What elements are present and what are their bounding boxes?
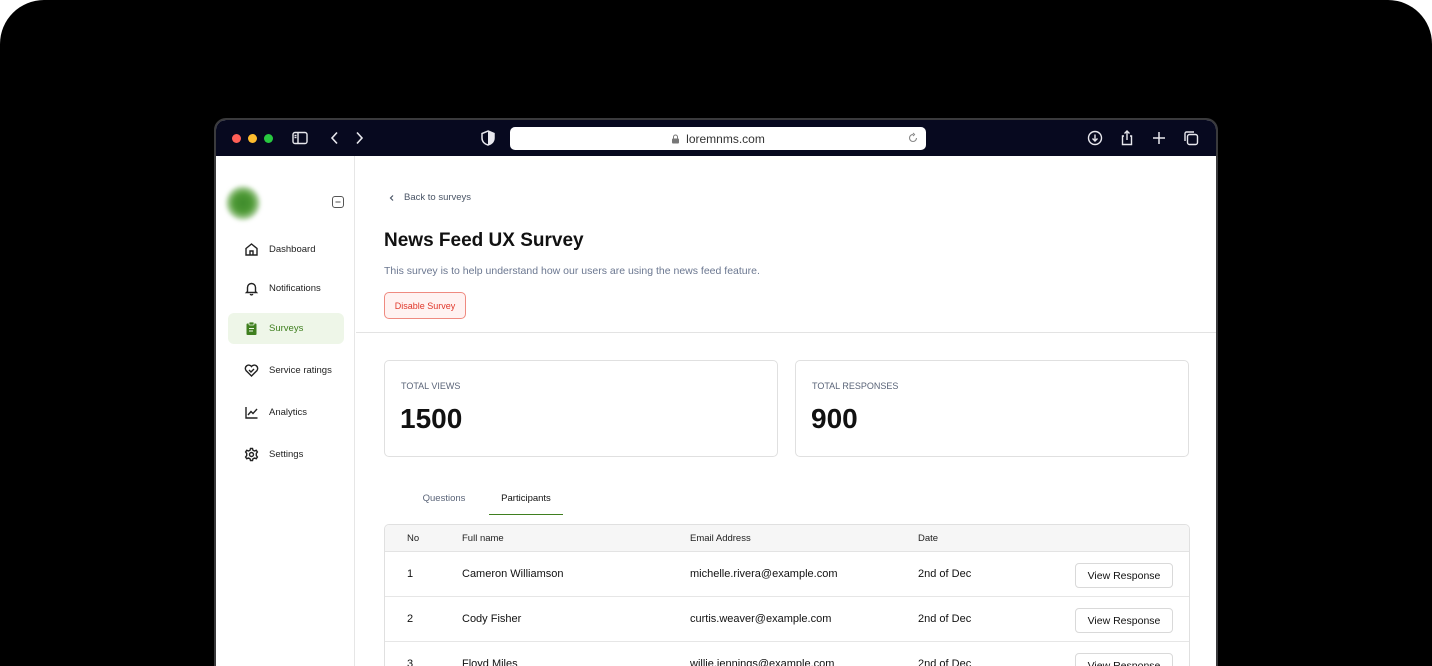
sidebar-item-label: Service ratings [269, 365, 332, 376]
browser-window: loremnms.com Dashboard Notifications Sur… [214, 118, 1218, 666]
sidebar-item-service-ratings[interactable]: Service ratings [228, 355, 344, 386]
column-header-email: Email Address [690, 532, 751, 544]
zoom-window-button[interactable] [264, 134, 273, 143]
sidebar-item-label: Dashboard [269, 244, 316, 255]
row-full-name: Floyd Miles [462, 658, 518, 666]
row-date: 2nd of Dec [918, 568, 972, 580]
total-responses-value: 900 [811, 403, 858, 434]
row-date: 2nd of Dec [918, 613, 972, 625]
row-full-name: Cameron Williamson [462, 568, 564, 580]
bell-icon [244, 282, 259, 296]
window-controls [232, 134, 273, 143]
url-text: loremnms.com [686, 131, 765, 146]
reload-icon[interactable] [907, 132, 919, 144]
total-responses-card: TOTAL RESPONSES 900 [795, 360, 1189, 457]
row-number: 2 [407, 613, 414, 625]
participants-table: No Full name Email Address Date 1 Camero… [384, 524, 1190, 666]
sidebar-item-label: Settings [269, 449, 304, 460]
address-bar[interactable]: loremnms.com [510, 127, 926, 150]
total-responses-label: TOTAL RESPONSES [812, 381, 899, 391]
sidebar-toggle-icon[interactable] [291, 129, 309, 147]
column-header-no: No [407, 532, 420, 544]
sidebar-item-settings[interactable]: Settings [228, 439, 344, 470]
sidebar-item-label: Analytics [269, 407, 308, 418]
section-divider [356, 332, 1216, 333]
device-frame: loremnms.com Dashboard Notifications Sur… [0, 0, 1432, 666]
sidebar-item-label: Notifications [269, 283, 321, 294]
table-row: 1 Cameron Williamson michelle.rivera@exa… [385, 552, 1189, 597]
column-header-name: Full name [462, 532, 504, 544]
privacy-shield-icon[interactable] [479, 129, 497, 147]
disable-survey-button[interactable]: Disable Survey [384, 292, 466, 319]
browser-toolbar: loremnms.com [216, 120, 1216, 156]
page-description: This survey is to help understand how ou… [384, 265, 760, 277]
home-icon [245, 243, 258, 256]
forward-nav-icon[interactable] [350, 129, 368, 147]
page-title: News Feed UX Survey [384, 230, 584, 251]
tab-questions[interactable]: Questions [418, 493, 470, 515]
row-full-name: Cody Fisher [462, 613, 522, 625]
lock-icon [672, 134, 680, 143]
back-to-surveys-link[interactable]: Back to surveys [388, 192, 471, 203]
row-email: willie.jennings@example.com [690, 658, 835, 666]
sidebar: Dashboard Notifications Surveys Service … [216, 156, 355, 666]
download-icon[interactable] [1086, 129, 1104, 147]
row-email: michelle.rivera@example.com [690, 568, 838, 580]
line-chart-icon [245, 407, 258, 419]
heart-handshake-icon [244, 364, 259, 377]
view-response-button[interactable]: View Response [1075, 563, 1173, 588]
share-icon[interactable] [1118, 129, 1136, 147]
sidebar-item-notifications[interactable]: Notifications [228, 273, 344, 304]
page-content: Dashboard Notifications Surveys Service … [216, 156, 1216, 666]
row-email: curtis.weaver@example.com [690, 613, 832, 625]
gear-icon [244, 447, 259, 462]
view-response-button[interactable]: View Response [1075, 653, 1173, 666]
total-views-label: TOTAL VIEWS [401, 381, 461, 391]
close-window-button[interactable] [232, 134, 241, 143]
chevron-left-icon [389, 194, 394, 201]
table-row: 2 Cody Fisher curtis.weaver@example.com … [385, 597, 1189, 642]
sidebar-item-label: Surveys [269, 323, 304, 334]
sidebar-item-analytics[interactable]: Analytics [228, 397, 344, 428]
row-number: 1 [407, 568, 414, 580]
sidebar-item-dashboard[interactable]: Dashboard [228, 234, 344, 265]
back-nav-icon[interactable] [326, 129, 344, 147]
total-views-card: TOTAL VIEWS 1500 [384, 360, 778, 457]
new-tab-icon[interactable] [1150, 129, 1168, 147]
view-response-button[interactable]: View Response [1075, 608, 1173, 633]
row-number: 3 [407, 658, 414, 666]
total-views-value: 1500 [400, 403, 463, 434]
tab-overview-icon[interactable] [1182, 129, 1200, 147]
table-header: No Full name Email Address Date [385, 525, 1189, 552]
main-panel: Back to surveys News Feed UX Survey This… [356, 156, 1216, 666]
column-header-date: Date [918, 532, 939, 544]
brand-logo [226, 186, 260, 220]
sidebar-item-surveys[interactable]: Surveys [228, 313, 344, 344]
row-date: 2nd of Dec [918, 658, 972, 666]
table-row: 3 Floyd Miles willie.jennings@example.co… [385, 642, 1189, 666]
tab-participants[interactable]: Participants [489, 493, 563, 515]
minimize-window-button[interactable] [248, 134, 257, 143]
clipboard-icon [246, 321, 257, 335]
collapse-sidebar-icon[interactable] [332, 196, 344, 208]
back-link-label: Back to surveys [404, 192, 472, 203]
